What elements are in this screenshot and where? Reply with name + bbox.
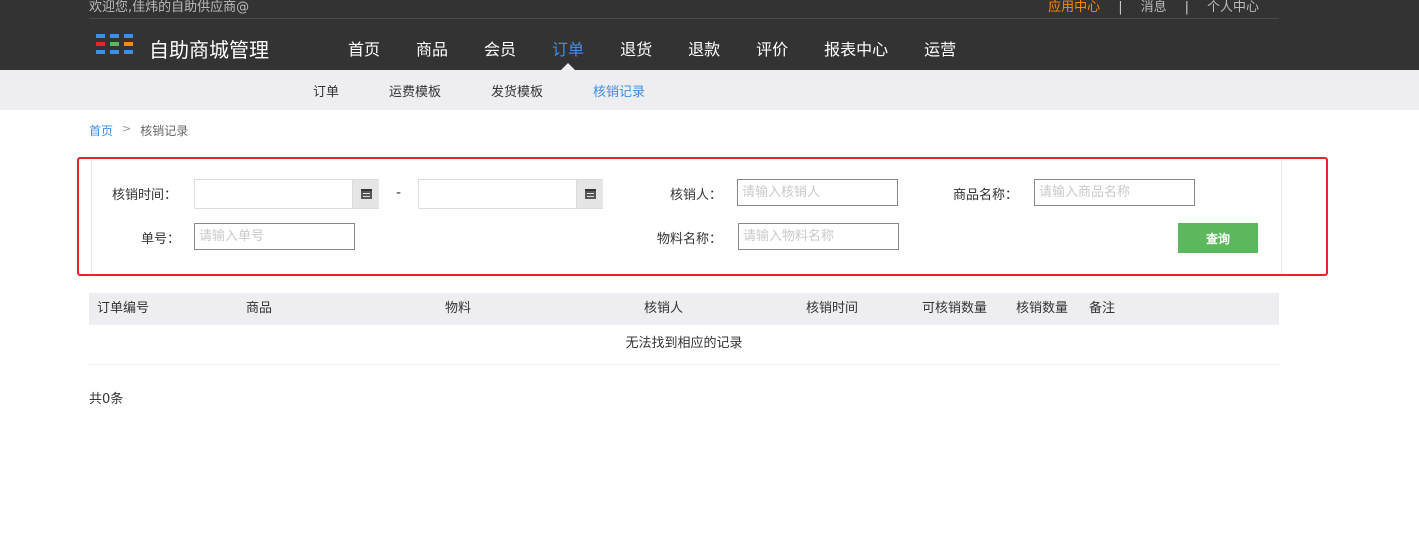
breadcrumb: 首页 > 核销记录 (89, 122, 188, 139)
filter-panel-inner (91, 160, 1282, 274)
col-order-number: 订单编号 (97, 301, 150, 316)
verifier-input[interactable] (737, 179, 898, 206)
subnav-delivery-template[interactable]: 发货模板 (491, 81, 543, 100)
col-verify-time: 核销时间 (806, 301, 859, 316)
nav-item-reviews[interactable]: 评价 (738, 36, 806, 70)
sub-nav-bar: 订单 运费模板 发货模板 核销记录 (0, 70, 1419, 110)
messages-link[interactable]: 消息 (1141, 0, 1167, 16)
date-end-picker-button[interactable] (576, 180, 603, 208)
logo-grid-icon (96, 34, 134, 54)
nav-item-orders[interactable]: 订单 (534, 36, 602, 70)
app-center-link[interactable]: 应用中心 (1048, 0, 1100, 16)
col-verifiable-qty: 可核销数量 (922, 301, 988, 316)
total-count: 共0条 (89, 392, 124, 407)
col-product: 商品 (246, 301, 273, 316)
sub-nav: 订单 运费模板 发货模板 核销记录 (313, 70, 695, 110)
link-separator: | (1184, 0, 1189, 15)
order-number-label: 单号： (141, 232, 181, 247)
subnav-orders[interactable]: 订单 (313, 81, 339, 100)
personal-center-link[interactable]: 个人中心 (1207, 0, 1259, 16)
date-start-picker-button[interactable] (352, 180, 379, 208)
material-name-input[interactable] (738, 223, 899, 250)
nav-item-products[interactable]: 商品 (398, 36, 466, 70)
subnav-verification-records[interactable]: 核销记录 (593, 81, 645, 100)
col-verifier: 核销人 (644, 301, 684, 316)
breadcrumb-arrow: > (122, 122, 132, 135)
col-material: 物料 (445, 301, 472, 316)
top-utility-bar: 欢迎您,佳炜的自助供应商@ 应用中心 | 消息 | 个人中心 (89, 0, 1279, 19)
nav-item-refunds[interactable]: 退款 (670, 36, 738, 70)
col-verified-qty: 核销数量 (1016, 301, 1069, 316)
nav-item-returns[interactable]: 退货 (602, 36, 670, 70)
nav-item-members[interactable]: 会员 (466, 36, 534, 70)
utility-links: 应用中心 | 消息 | 个人中心 (1048, 0, 1259, 16)
main-nav: 首页 商品 会员 订单 退货 退款 评价 报表中心 运营 (330, 36, 974, 70)
col-remarks: 备注 (1089, 301, 1116, 316)
calendar-icon (585, 189, 596, 199)
product-name-label: 商品名称： (953, 188, 1019, 203)
breadcrumb-home[interactable]: 首页 (89, 122, 113, 139)
filter-panel (77, 157, 1328, 276)
table-header: 订单编号 商品 物料 核销人 核销时间 可核销数量 核销数量 备注 (89, 293, 1279, 325)
breadcrumb-current: 核销记录 (140, 124, 189, 138)
calendar-icon (361, 189, 372, 199)
top-header: 欢迎您,佳炜的自助供应商@ 应用中心 | 消息 | 个人中心 自助商城管理 首页… (0, 0, 1419, 70)
date-range-separator: - (396, 185, 402, 201)
query-button[interactable]: 查询 (1178, 223, 1258, 253)
link-separator: | (1118, 0, 1123, 15)
order-number-input[interactable] (194, 223, 355, 250)
verifier-label: 核销人： (670, 188, 723, 203)
welcome-text: 欢迎您,佳炜的自助供应商@ (89, 0, 250, 15)
nav-item-home[interactable]: 首页 (330, 36, 398, 70)
subnav-shipping-template[interactable]: 运费模板 (389, 81, 441, 100)
table-empty-message: 无法找到相应的记录 (89, 325, 1279, 365)
material-name-label: 物料名称： (657, 232, 723, 247)
nav-item-reports[interactable]: 报表中心 (806, 36, 906, 70)
verify-time-label: 核销时间： (112, 188, 178, 203)
product-name-input[interactable] (1034, 179, 1195, 206)
nav-item-operations[interactable]: 运营 (906, 36, 974, 70)
brand-title: 自助商城管理 (149, 38, 269, 62)
